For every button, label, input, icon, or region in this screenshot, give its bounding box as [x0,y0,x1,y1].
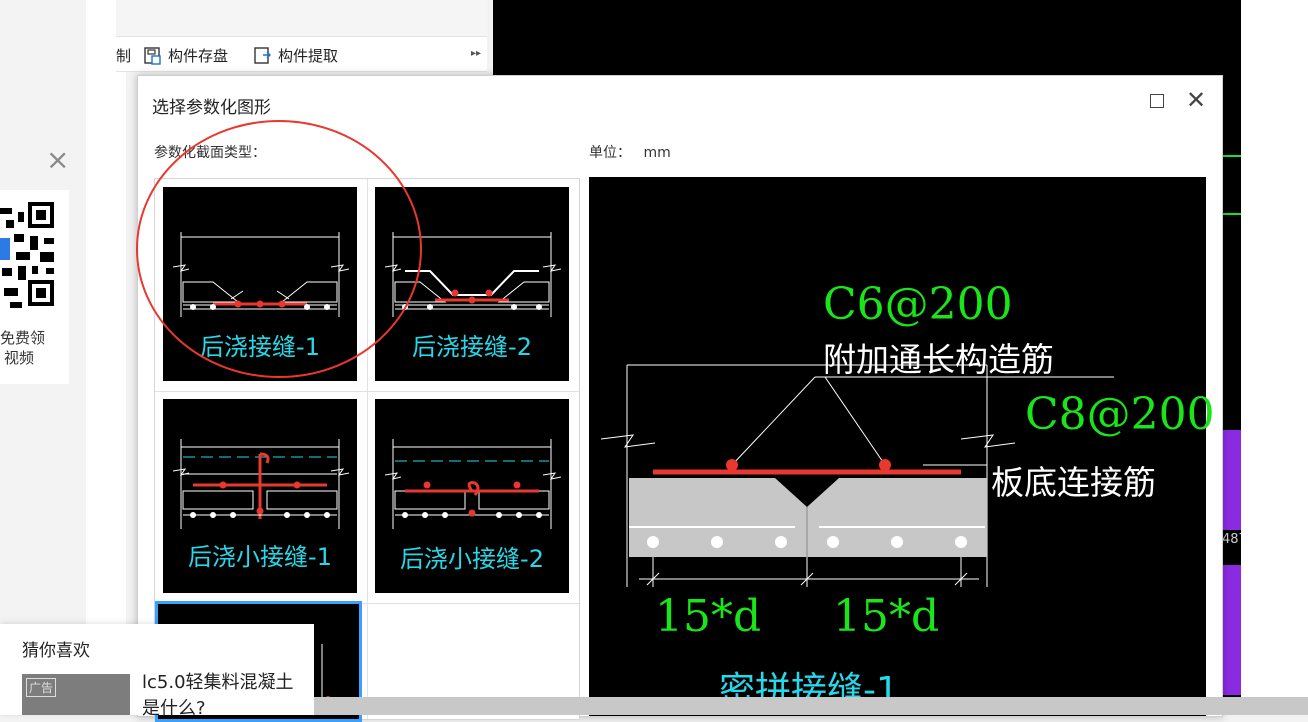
cad-purple-block [1222,430,1241,530]
qr-promo-line2: 视频 [4,349,35,367]
parametric-shape-dialog: 选择参数化图形 ✕ 参数化截面类型： 单位： mm 后浇接缝-1 后浇接缝-2 … [136,75,1223,722]
qr-code-icon [0,198,60,322]
recommend-item-link[interactable]: lc5.0轻集料混凝土是什么? [142,670,302,722]
maximize-icon[interactable] [1150,94,1164,108]
dimension-right: 15*d [833,591,940,642]
unit-value: mm [643,145,671,161]
cad-side-text: 487 [1222,532,1241,547]
recommend-thumbnail[interactable]: 广告 [22,674,130,715]
horizontal-scrollbar[interactable] [314,697,1308,715]
save-disk-icon [144,46,161,65]
annotation-circle [136,120,422,378]
toolbar-overflow-icon[interactable]: ▸▸ [469,45,483,63]
toolbar-top-area [116,0,487,36]
cad-purple-block [1222,565,1241,695]
toolbar-item-partial[interactable]: 制 [116,45,131,66]
extract-component-button[interactable]: 构件提取 [254,45,338,66]
qr-promo-line1: 免费领 [0,329,46,347]
qr-promo-card[interactable]: 免费领 视频 [0,190,69,384]
close-icon[interactable]: ✕ [1186,88,1206,112]
unit-label-text: 单位： [589,145,631,161]
section-tile-3[interactable]: 后浇小接缝-1 [163,399,357,593]
extract-component-label: 构件提取 [278,47,339,65]
component-toolbar: 制 构件存盘 构件提取 ▸▸ [116,36,487,72]
right-page-margin [1241,0,1308,715]
unit-label: 单位： mm [589,142,671,162]
dimension-left: 15*d [655,591,762,642]
rebar-top-spec: C6@200 [823,279,1013,330]
ad-badge: 广告 [26,678,57,697]
rebar-bottom-spec: C8@200 [1025,389,1215,440]
recommend-card: 猜你喜欢 广告 lc5.0轻集料混凝土是什么? [0,624,314,719]
save-component-label: 构件存盘 [168,47,229,65]
section-tile-label: 后浇小接缝-1 [188,543,332,571]
rebar-top-desc: 附加通长构造筋 [823,340,1054,379]
rebar-bottom-desc: 板底连接筋 [991,463,1156,502]
section-tile-label: 后浇小接缝-2 [400,545,544,573]
toolbar-item-partial-label: 制 [116,47,132,65]
recommend-title: 猜你喜欢 [22,641,90,661]
qr-promo-text: 免费领 视频 [0,328,50,368]
cad-green-line [1220,213,1241,215]
extract-icon [254,46,271,64]
save-component-button[interactable]: 构件存盘 [144,45,228,66]
dialog-title: 选择参数化图形 [152,98,271,118]
shape-preview: C6@200 附加通长构造筋 C8@200 板底连接筋 15*d 15*d 密拼… [589,177,1215,716]
section-tile-4[interactable]: 后浇小接缝-2 [375,399,569,593]
cad-green-line [1220,155,1241,157]
